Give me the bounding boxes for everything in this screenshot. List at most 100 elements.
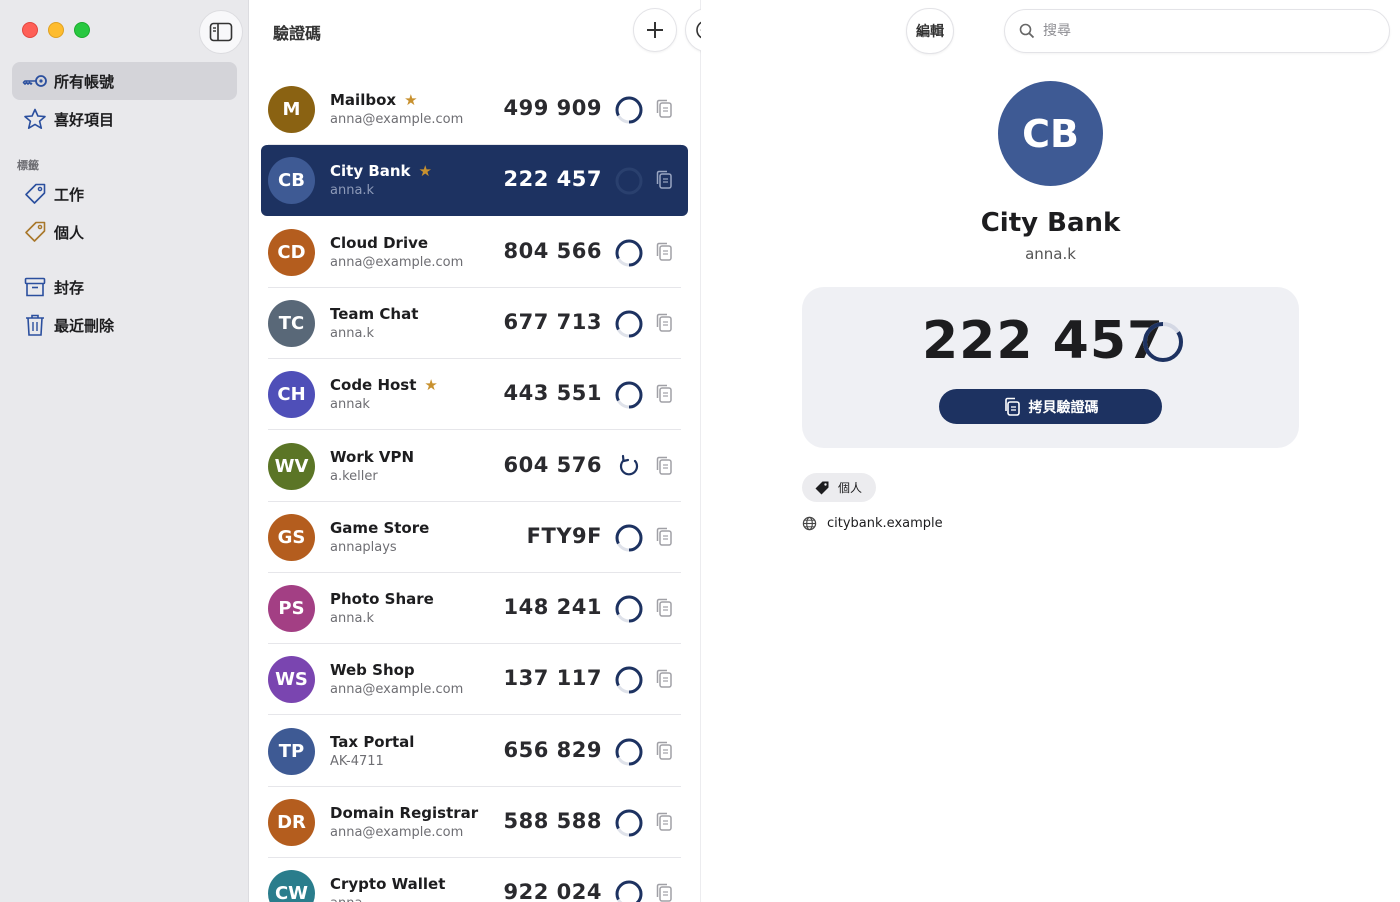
account-avatar: M xyxy=(268,86,315,133)
account-name-line: Photo Share xyxy=(330,590,434,608)
account-row[interactable]: PS Photo Share anna.k 148 241 xyxy=(261,573,688,645)
search-field[interactable] xyxy=(1004,9,1390,53)
account-avatar: CH xyxy=(268,371,315,419)
account-name-line: Cloud Drive xyxy=(330,234,428,252)
copy-icon[interactable] xyxy=(654,668,674,690)
sidebar-item-favorites[interactable]: 喜好項目 xyxy=(12,100,237,138)
verification-code: 443 551 xyxy=(503,381,602,406)
account-name: Team Chat xyxy=(330,304,419,323)
account-username: anna.k xyxy=(1025,245,1076,263)
account-username: a.keller xyxy=(330,468,378,484)
key-icon xyxy=(22,69,48,93)
countdown-timer-icon xyxy=(615,595,643,623)
account-row[interactable]: CW Crypto Wallet anna 922 024 xyxy=(261,858,688,902)
copy-code-button[interactable]: 拷貝驗證碼 xyxy=(939,389,1162,424)
account-name-line: Team Chat xyxy=(330,305,418,323)
copy-code-label: 拷貝驗證碼 xyxy=(1028,399,1099,416)
sidebar-item-label: 最近刪除 xyxy=(54,316,115,335)
copy-icon[interactable] xyxy=(654,597,674,619)
account-avatar: PS xyxy=(268,585,315,633)
countdown-timer-icon xyxy=(615,239,643,267)
tags-section-header: 標籤 xyxy=(17,159,39,172)
account-row[interactable]: WS Web Shop anna@example.com 137 117 xyxy=(261,644,688,716)
account-row[interactable]: WV Work VPN a.keller 604 576 xyxy=(261,431,688,502)
account-row[interactable]: TC Team Chat anna.k 677 713 xyxy=(261,288,688,359)
close-window-button[interactable] xyxy=(22,22,38,38)
tag-chip[interactable]: 個人 xyxy=(802,473,877,502)
tag-label: 個人 xyxy=(838,481,863,495)
account-row[interactable]: M Mailbox ★ anna@example.com 499 909 xyxy=(261,74,688,145)
account-avatar: CD xyxy=(268,228,315,276)
account-name: Web Shop xyxy=(330,661,415,680)
account-name: Photo Share xyxy=(330,590,434,609)
copy-icon[interactable] xyxy=(654,98,674,120)
account-username: anna@example.com xyxy=(330,825,464,840)
copy-icon[interactable] xyxy=(654,241,674,263)
account-username: anna@example.com xyxy=(330,112,464,127)
account-avatar: WV xyxy=(268,442,315,490)
account-info: Web Shop anna@example.com xyxy=(330,660,463,697)
sidebar-item-tag-personal[interactable]: 個人 xyxy=(12,213,237,251)
website-link[interactable]: citybank.example xyxy=(802,516,943,531)
account-row[interactable]: DR Domain Registrar anna@example.com 588 58… xyxy=(261,787,688,858)
countdown-timer-icon xyxy=(615,167,643,195)
copy-icon[interactable] xyxy=(654,740,674,762)
sidebar-item-label: 所有帳號 xyxy=(54,72,115,91)
copy-icon[interactable] xyxy=(654,169,674,191)
website-label: citybank.example xyxy=(827,516,943,531)
sidebar-item-label: 個人 xyxy=(54,223,85,242)
account-name: Mailbox xyxy=(330,91,397,109)
copy-icon[interactable] xyxy=(654,882,674,902)
account-username: anna xyxy=(330,896,445,902)
account-row[interactable]: CH Code Host ★ annak 443 551 xyxy=(261,359,688,431)
account-info: City Bank ★ anna.k xyxy=(330,161,432,198)
account-info: Tax Portal AK-4711 xyxy=(330,732,414,769)
verification-code: 604 576 xyxy=(503,452,602,477)
account-username: annak xyxy=(330,397,370,413)
account-row[interactable]: GS Game Store annaplays FTY9F xyxy=(261,502,688,573)
zoom-window-button[interactable] xyxy=(74,22,90,38)
account-name-line: City Bank ★ xyxy=(330,162,432,180)
sidebar-item-label: 喜好項目 xyxy=(54,110,115,129)
verification-code: 137 117 xyxy=(503,666,602,691)
account-username: AK-4711 xyxy=(330,753,384,769)
copy-icon[interactable] xyxy=(654,383,674,405)
account-name-line: Web Shop xyxy=(330,661,415,679)
account-row[interactable]: CB City Bank ★ anna.k 222 457 xyxy=(261,145,688,217)
account-name: City Bank xyxy=(980,208,1121,238)
copy-icon[interactable] xyxy=(654,455,674,477)
countdown-timer-icon xyxy=(615,381,643,409)
verification-code: 588 588 xyxy=(503,809,602,833)
verification-code: FTY9F xyxy=(526,523,602,548)
minimize-window-button[interactable] xyxy=(48,22,64,38)
account-avatar: DR xyxy=(268,799,315,846)
edit-button[interactable]: 編輯 xyxy=(906,8,954,54)
account-username: anna.k xyxy=(330,611,375,627)
sidebar-item-tag-work[interactable]: 工作 xyxy=(12,175,237,213)
account-info: Game Store annaplays xyxy=(330,518,429,555)
account-avatar: TC xyxy=(268,299,315,347)
account-name: Code Host xyxy=(330,376,417,395)
copy-icon[interactable] xyxy=(654,312,674,334)
verification-code: 677 713 xyxy=(503,309,602,334)
copy-icon[interactable] xyxy=(654,811,674,833)
countdown-timer-icon xyxy=(615,310,643,338)
account-avatar: WS xyxy=(268,656,315,704)
refresh-icon xyxy=(619,454,639,475)
account-info: Mailbox ★ anna@example.com xyxy=(330,90,463,127)
search-input[interactable] xyxy=(1043,23,1343,39)
sidebar-toggle-button[interactable] xyxy=(199,10,243,54)
sidebar-item-all-accounts[interactable]: 所有帳號 xyxy=(12,62,237,100)
countdown-timer-icon xyxy=(615,880,643,902)
sidebar-item-recently-deleted[interactable]: 最近刪除 xyxy=(12,306,237,344)
account-name: City Bank xyxy=(330,162,411,181)
account-row[interactable]: CD Cloud Drive anna@example.com 804 566 xyxy=(261,217,688,288)
tag-icon xyxy=(815,481,829,494)
copy-icon[interactable] xyxy=(654,526,674,548)
sidebar-item-archive[interactable]: 封存 xyxy=(12,268,237,306)
account-row[interactable]: TP Tax Portal AK-4711 656 829 xyxy=(261,716,688,787)
account-list: M Mailbox ★ anna@example.com 499 909 CB City B… xyxy=(249,0,701,902)
search-icon xyxy=(1019,23,1035,39)
account-info: Work VPN a.keller xyxy=(330,447,414,484)
trash-icon xyxy=(22,313,48,337)
